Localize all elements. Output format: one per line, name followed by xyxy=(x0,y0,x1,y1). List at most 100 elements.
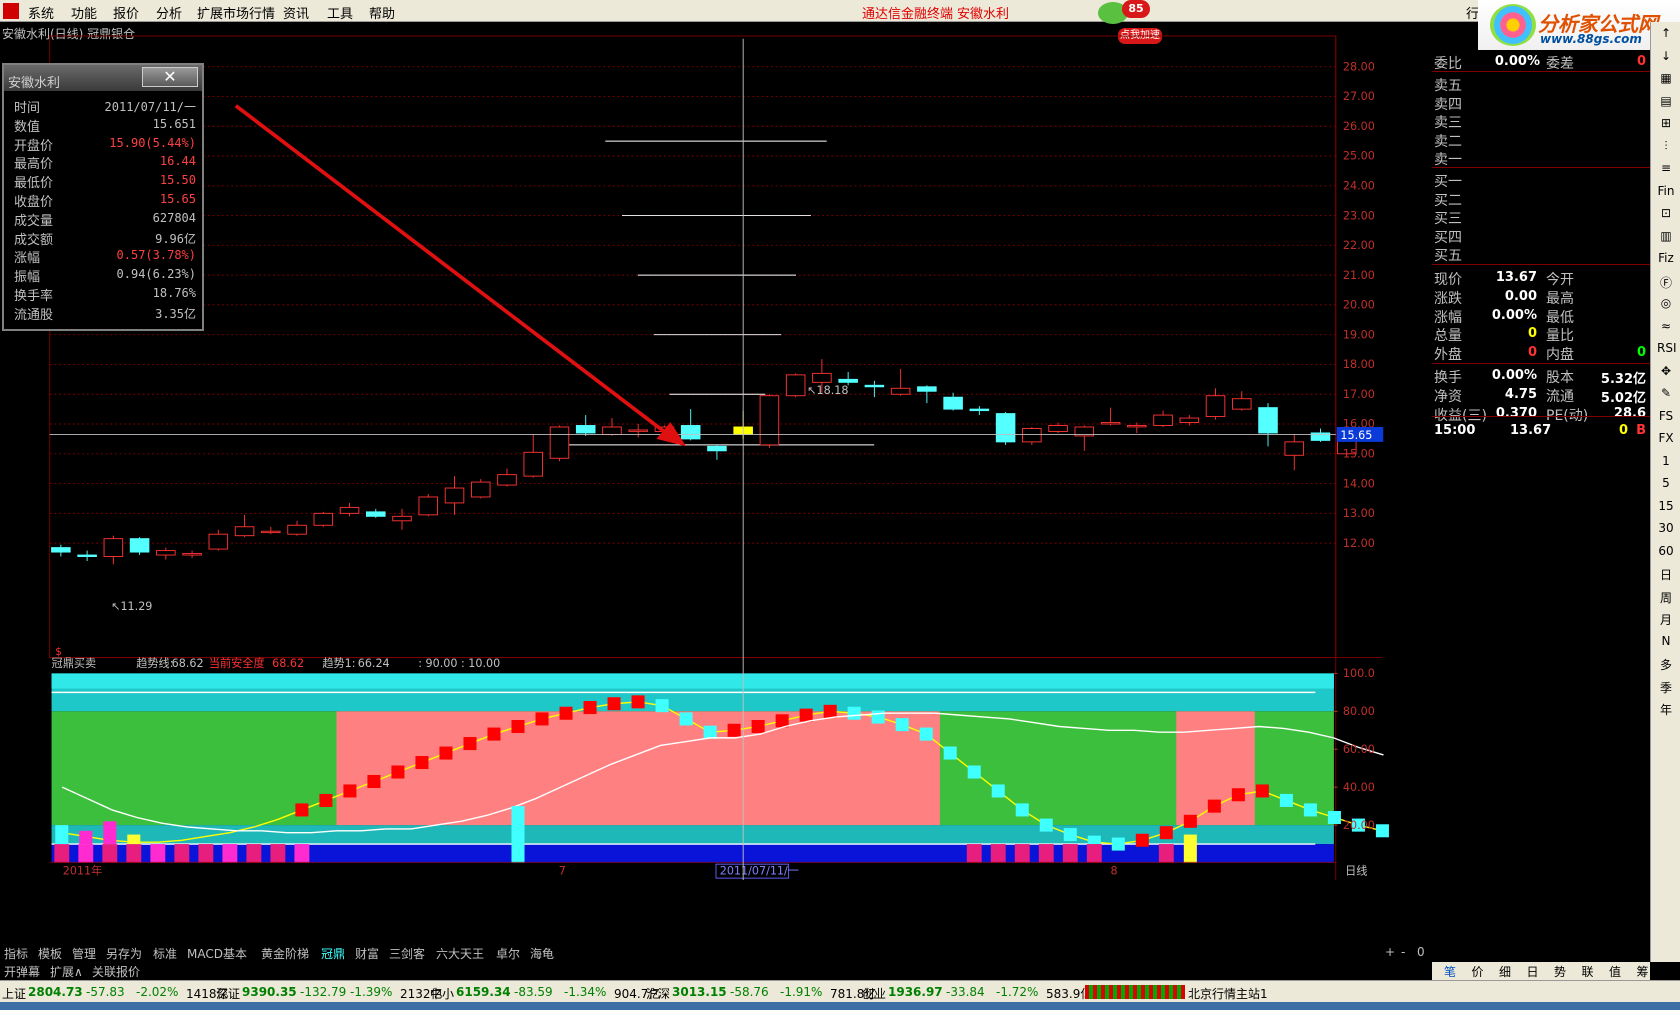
bottom-tool[interactable]: 日 xyxy=(1527,963,1539,980)
bottom-tool[interactable]: 筹 xyxy=(1637,963,1649,980)
info-box-title: 安徽水利 xyxy=(8,76,61,91)
indicator-panel: 冠鼎买卖 趋势线:68.62 当前安全度 68.62 趋势1: 66.24: 90.00 … xyxy=(49,656,1389,879)
tab-6[interactable]: 黄金阶梯 xyxy=(259,945,311,962)
toolbar-button[interactable]: 15 xyxy=(1657,499,1675,517)
bottom-tool[interactable]: 笔 xyxy=(1444,963,1456,980)
toolbar-button[interactable]: ≈ xyxy=(1657,319,1675,337)
extra-tab[interactable]: 扩展∧ xyxy=(48,963,85,980)
quote-row: 涨幅 0.00% 最低 xyxy=(1432,306,1650,326)
candle-body xyxy=(969,408,990,412)
toolbar-button[interactable]: 周 xyxy=(1657,589,1675,607)
price-tick-label: 18.00 xyxy=(1343,358,1375,371)
bottom-tool[interactable]: 价 xyxy=(1472,963,1484,980)
menu-tools[interactable]: 工具 xyxy=(327,3,353,22)
close-button[interactable]: ✕ xyxy=(142,67,198,87)
toolbar-button[interactable]: 月 xyxy=(1657,611,1675,629)
tab-0[interactable]: 指标 xyxy=(2,945,30,962)
toolbar-button[interactable]: ✥ xyxy=(1657,364,1675,382)
index-name[interactable]: 深证 xyxy=(216,985,240,1002)
extra-tab[interactable]: 开弹幕 xyxy=(2,963,42,980)
toolbar-button[interactable]: 年 xyxy=(1657,701,1675,719)
bottom-tools: 笔价细日势联值筹 xyxy=(1432,962,1650,980)
tab-10[interactable]: 六大天王 xyxy=(434,945,486,962)
bottom-bar xyxy=(990,844,1006,864)
menu-system[interactable]: 系统 xyxy=(28,3,54,22)
menu-help[interactable]: 帮助 xyxy=(369,3,395,22)
info-box-header[interactable]: 安徽水利 ✕ xyxy=(4,65,202,91)
trend-square xyxy=(1279,793,1293,807)
toolbar-button[interactable]: ▤ xyxy=(1657,94,1675,112)
tab-12[interactable]: 海龟 xyxy=(528,945,556,962)
toolbar-button[interactable]: ✎ xyxy=(1657,386,1675,404)
menu-quote[interactable]: 报价 xyxy=(113,3,139,22)
candle-body xyxy=(838,378,858,383)
toolbar-button[interactable]: ▦ xyxy=(1657,71,1675,89)
index-name[interactable]: 创业 xyxy=(862,985,886,1002)
tab-2[interactable]: 管理 xyxy=(70,945,98,962)
zoom-button[interactable]: + xyxy=(1383,945,1397,959)
index-name[interactable]: 沪深 xyxy=(646,985,670,1002)
toolbar-button[interactable]: 1 xyxy=(1657,454,1675,472)
sell-row: 卖四 xyxy=(1432,93,1650,113)
index-name[interactable]: 上证 xyxy=(2,985,26,1002)
toolbar-button[interactable]: N xyxy=(1657,634,1675,652)
toolbar-button[interactable]: ◎ xyxy=(1657,296,1675,314)
kline-chart[interactable]: 冠鼎买卖 趋势线:68.62 当前安全度 68.62 趋势1: 66.24: 90.00 … xyxy=(0,22,1432,880)
toolbar-button[interactable]: 季 xyxy=(1657,679,1675,697)
tab-7[interactable]: 冠鼎 xyxy=(319,945,347,962)
tab-9[interactable]: 三剑客 xyxy=(387,945,427,962)
trend-square xyxy=(1159,826,1173,840)
toolbar-button[interactable]: ⫶ xyxy=(1657,139,1675,157)
index-change: -33.84 xyxy=(946,985,985,999)
toolbar-button[interactable]: 5 xyxy=(1657,476,1675,494)
index-change: -83.59 xyxy=(514,985,553,999)
bottom-bar xyxy=(222,844,238,864)
bottom-bar xyxy=(1014,844,1030,864)
server-name[interactable]: 北京行情主站1 xyxy=(1188,985,1268,1002)
index-name[interactable]: 中小 xyxy=(430,985,454,1002)
menu-ext-market[interactable]: 扩展市场行情 xyxy=(197,3,275,22)
toolbar-button[interactable]: 30 xyxy=(1657,521,1675,539)
toolbar-button[interactable]: ⊞ xyxy=(1657,116,1675,134)
tab-3[interactable]: 另存为 xyxy=(104,945,144,962)
toolbar-button[interactable]: 60 xyxy=(1657,544,1675,562)
menu-news[interactable]: 资讯 xyxy=(283,3,309,22)
info-box[interactable]: 安徽水利 ✕ 时间 2011/07/11/一 数值 15.651 开盘价 15.90(5.… xyxy=(2,63,204,331)
zoom-button[interactable]: 0 xyxy=(1415,945,1427,959)
toolbar-button[interactable]: FS xyxy=(1657,409,1675,427)
trend-square xyxy=(1231,788,1245,802)
red-arrow xyxy=(234,104,673,439)
toolbar-button[interactable]: 多 xyxy=(1657,656,1675,674)
menu-analysis[interactable]: 分析 xyxy=(156,3,182,22)
toolbar-button[interactable]: ▥ xyxy=(1657,229,1675,247)
tab-11[interactable]: 卓尔 xyxy=(494,945,522,962)
bottom-tool[interactable]: 联 xyxy=(1582,963,1594,980)
tab-4[interactable]: 标准 xyxy=(151,945,179,962)
tab-5[interactable]: MACD基本 xyxy=(185,945,249,962)
tab-8[interactable]: 财富 xyxy=(353,945,381,962)
resistance-lines xyxy=(558,140,875,446)
trend-square xyxy=(511,719,525,734)
menu-function[interactable]: 功能 xyxy=(71,3,97,22)
toolbar-button[interactable]: ↑ xyxy=(1657,26,1675,44)
bottom-tool[interactable]: 细 xyxy=(1499,963,1511,980)
bottom-tool[interactable]: 势 xyxy=(1554,963,1566,980)
toolbar-button[interactable]: 日 xyxy=(1657,566,1675,584)
tab-1[interactable]: 模板 xyxy=(36,945,64,962)
info-label: 数值 xyxy=(14,119,41,135)
toolbar-button[interactable]: ↓ xyxy=(1657,49,1675,67)
candle-body xyxy=(418,496,439,516)
toolbar-button[interactable]: Fiz xyxy=(1657,251,1675,269)
toolbar-button[interactable]: RSI xyxy=(1657,341,1677,359)
bottom-tool[interactable]: 值 xyxy=(1609,963,1621,980)
toolbar-button[interactable]: ≡ xyxy=(1657,161,1675,179)
date-label: 日线 xyxy=(1345,863,1367,877)
toolbar-button[interactable]: Fin xyxy=(1657,184,1675,202)
zoom-button[interactable]: - xyxy=(1399,945,1407,959)
price-tick-label: 15.00 xyxy=(1343,448,1375,461)
toolbar-button[interactable]: ⊡ xyxy=(1657,206,1675,224)
extra-tab[interactable]: 关联报价 xyxy=(90,963,142,980)
info-value: 627804 xyxy=(152,210,196,225)
toolbar-button[interactable]: Ⓕ xyxy=(1657,274,1675,292)
toolbar-button[interactable]: FX xyxy=(1657,431,1675,449)
